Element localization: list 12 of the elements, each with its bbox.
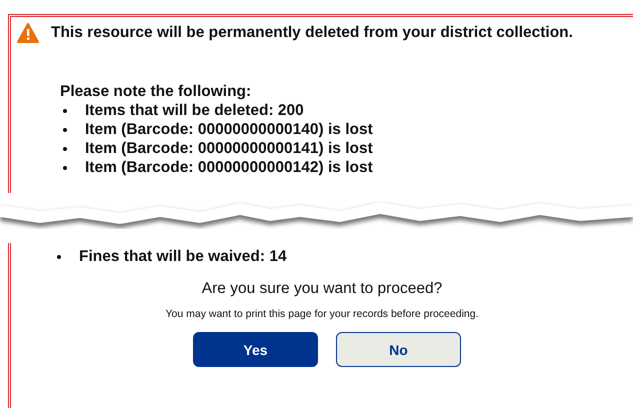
- list-item: Item (Barcode: 00000000000140) is lost: [63, 120, 373, 139]
- list-item: Fines that will be waived: 14: [57, 247, 287, 266]
- confirm-question: Are you sure you want to proceed?: [200, 280, 444, 298]
- no-button[interactable]: No: [336, 332, 461, 367]
- confirm-hint: You may want to print this page for your records before proceeding.: [164, 308, 480, 320]
- list-item: Item (Barcode: 00000000000142) is lost: [63, 158, 373, 177]
- warning-message: This resource will be permanently deleted from your district collection.: [51, 24, 573, 42]
- list-item: Items that will be deleted: 200: [63, 101, 304, 120]
- yes-button[interactable]: Yes: [193, 332, 318, 367]
- warning-icon: [17, 23, 39, 43]
- list-item: Item (Barcode: 00000000000141) is lost: [63, 139, 373, 158]
- notes-heading: Please note the following:: [60, 83, 252, 101]
